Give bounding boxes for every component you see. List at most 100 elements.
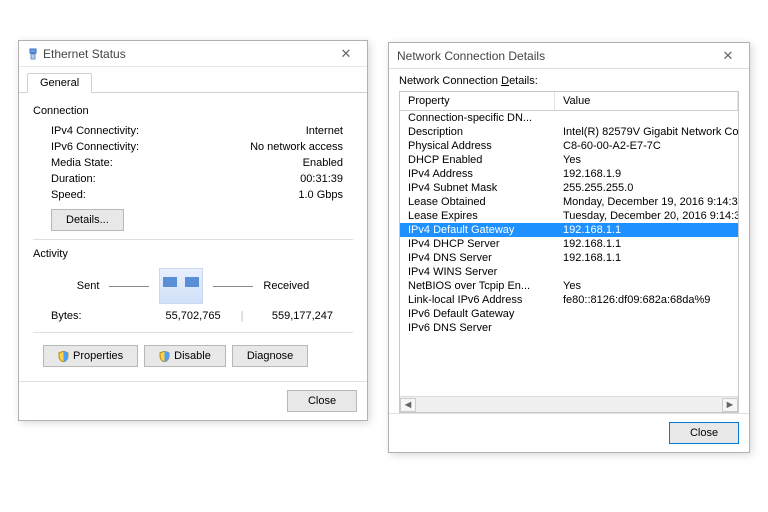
table-row[interactable]: DHCP EnabledYes bbox=[400, 153, 738, 167]
shield-icon bbox=[58, 351, 69, 362]
close-button[interactable]: Close bbox=[669, 422, 739, 444]
ipv6-row: IPv6 Connectivity: No network access bbox=[33, 139, 353, 155]
close-icon[interactable]: ✕ bbox=[329, 44, 363, 64]
duration-row: Duration: 00:31:39 bbox=[33, 171, 353, 187]
property-cell: Physical Address bbox=[400, 139, 555, 153]
table-row[interactable]: IPv4 WINS Server bbox=[400, 265, 738, 279]
ethernet-status-window: Ethernet Status ✕ General Connection IPv… bbox=[18, 40, 368, 421]
activity-group-label: Activity bbox=[33, 248, 353, 260]
table-row[interactable]: Lease ExpiresTuesday, December 20, 2016 … bbox=[400, 209, 738, 223]
media-value: Enabled bbox=[303, 157, 343, 169]
table-row[interactable]: IPv4 DHCP Server192.168.1.1 bbox=[400, 237, 738, 251]
table-row[interactable]: Connection-specific DN... bbox=[400, 111, 738, 125]
property-cell: IPv4 Subnet Mask bbox=[400, 181, 555, 195]
activity-diagram: Sent Received bbox=[33, 268, 353, 304]
tabbar: General bbox=[19, 67, 367, 93]
listview-body[interactable]: Connection-specific DN...DescriptionInte… bbox=[400, 111, 738, 396]
property-cell: IPv4 Default Gateway bbox=[400, 223, 555, 237]
duration-value: 00:31:39 bbox=[300, 173, 343, 185]
table-row[interactable]: IPv6 DNS Server bbox=[400, 321, 738, 335]
value-cell: Tuesday, December 20, 2016 9:14:37 AM bbox=[555, 209, 738, 223]
close-button[interactable]: Close bbox=[287, 390, 357, 412]
value-cell: 192.168.1.1 bbox=[555, 223, 738, 237]
ipv6-label: IPv6 Connectivity: bbox=[51, 141, 139, 153]
property-cell: IPv4 WINS Server bbox=[400, 265, 555, 279]
table-row[interactable]: DescriptionIntel(R) 82579V Gigabit Netwo… bbox=[400, 125, 738, 139]
property-cell: Lease Expires bbox=[400, 209, 555, 223]
network-icon bbox=[27, 48, 39, 60]
scroll-right-icon[interactable]: ► bbox=[722, 398, 738, 412]
activity-icon bbox=[159, 268, 203, 304]
value-cell: 192.168.1.1 bbox=[555, 237, 738, 251]
value-cell: Intel(R) 82579V Gigabit Network Connect bbox=[555, 125, 738, 139]
properties-button[interactable]: Properties bbox=[43, 345, 138, 367]
details-header: Network Connection Details: bbox=[389, 69, 749, 91]
table-row[interactable]: IPv6 Default Gateway bbox=[400, 307, 738, 321]
details-footer: Close bbox=[389, 413, 749, 452]
property-cell: NetBIOS over Tcpip En... bbox=[400, 279, 555, 293]
table-row[interactable]: IPv4 Subnet Mask255.255.255.0 bbox=[400, 181, 738, 195]
value-cell bbox=[555, 321, 738, 335]
value-cell: Yes bbox=[555, 153, 738, 167]
connection-group-label: Connection bbox=[33, 105, 353, 117]
property-cell: Description bbox=[400, 125, 555, 139]
table-row[interactable]: IPv4 Default Gateway192.168.1.1 bbox=[400, 223, 738, 237]
scroll-left-icon[interactable]: ◄ bbox=[400, 398, 416, 412]
value-cell: Monday, December 19, 2016 9:14:37 AM bbox=[555, 195, 738, 209]
tab-general[interactable]: General bbox=[27, 73, 92, 93]
diagnose-button[interactable]: Diagnose bbox=[232, 345, 308, 367]
ipv4-label: IPv4 Connectivity: bbox=[51, 125, 139, 137]
status-footer: Close bbox=[19, 381, 367, 420]
speed-label: Speed: bbox=[51, 189, 86, 201]
media-label: Media State: bbox=[51, 157, 113, 169]
property-cell: IPv6 DNS Server bbox=[400, 321, 555, 335]
property-cell: IPv4 Address bbox=[400, 167, 555, 181]
value-cell: Yes bbox=[555, 279, 738, 293]
speed-value: 1.0 Gbps bbox=[298, 189, 343, 201]
listview-header[interactable]: Property Value bbox=[400, 92, 738, 111]
value-cell: 192.168.1.1 bbox=[555, 251, 738, 265]
value-cell bbox=[555, 265, 738, 279]
ipv4-row: IPv4 Connectivity: Internet bbox=[33, 123, 353, 139]
details-button[interactable]: Details... bbox=[51, 209, 124, 231]
bytes-received: 559,177,247 bbox=[243, 310, 343, 322]
disable-button[interactable]: Disable bbox=[144, 345, 226, 367]
bytes-sent: 55,702,765 bbox=[131, 310, 241, 322]
ipv4-value: Internet bbox=[306, 125, 343, 137]
table-row[interactable]: Link-local IPv6 Addressfe80::8126:df09:6… bbox=[400, 293, 738, 307]
table-row[interactable]: IPv4 DNS Server192.168.1.1 bbox=[400, 251, 738, 265]
close-icon[interactable]: ✕ bbox=[711, 46, 745, 66]
value-cell bbox=[555, 307, 738, 321]
details-listview[interactable]: Property Value Connection-specific DN...… bbox=[399, 91, 739, 413]
bytes-row: Bytes: 55,702,765 | 559,177,247 bbox=[33, 308, 353, 324]
sent-label: Sent bbox=[77, 280, 100, 292]
titlebar[interactable]: Network Connection Details ✕ bbox=[389, 43, 749, 69]
received-label: Received bbox=[263, 280, 309, 292]
value-cell bbox=[555, 111, 738, 125]
col-property[interactable]: Property bbox=[400, 92, 555, 110]
ipv6-value: No network access bbox=[250, 141, 343, 153]
horizontal-scrollbar[interactable]: ◄ ► bbox=[400, 396, 738, 412]
property-cell: IPv6 Default Gateway bbox=[400, 307, 555, 321]
speed-row: Speed: 1.0 Gbps bbox=[33, 187, 353, 203]
titlebar[interactable]: Ethernet Status ✕ bbox=[19, 41, 367, 67]
bytes-label: Bytes: bbox=[51, 310, 131, 322]
col-value[interactable]: Value bbox=[555, 92, 738, 110]
properties-label: Properties bbox=[73, 350, 123, 362]
property-cell: Link-local IPv6 Address bbox=[400, 293, 555, 307]
property-cell: IPv4 DNS Server bbox=[400, 251, 555, 265]
property-cell: DHCP Enabled bbox=[400, 153, 555, 167]
value-cell: 192.168.1.9 bbox=[555, 167, 738, 181]
table-row[interactable]: NetBIOS over Tcpip En...Yes bbox=[400, 279, 738, 293]
property-cell: Lease Obtained bbox=[400, 195, 555, 209]
scroll-track[interactable] bbox=[416, 398, 722, 412]
disable-label: Disable bbox=[174, 350, 211, 362]
table-row[interactable]: Physical AddressC8-60-00-A2-E7-7C bbox=[400, 139, 738, 153]
media-row: Media State: Enabled bbox=[33, 155, 353, 171]
table-row[interactable]: IPv4 Address192.168.1.9 bbox=[400, 167, 738, 181]
shield-icon bbox=[159, 351, 170, 362]
duration-label: Duration: bbox=[51, 173, 96, 185]
table-row[interactable]: Lease ObtainedMonday, December 19, 2016 … bbox=[400, 195, 738, 209]
general-pane: Connection IPv4 Connectivity: Internet I… bbox=[19, 93, 367, 381]
window-title: Ethernet Status bbox=[43, 47, 329, 61]
